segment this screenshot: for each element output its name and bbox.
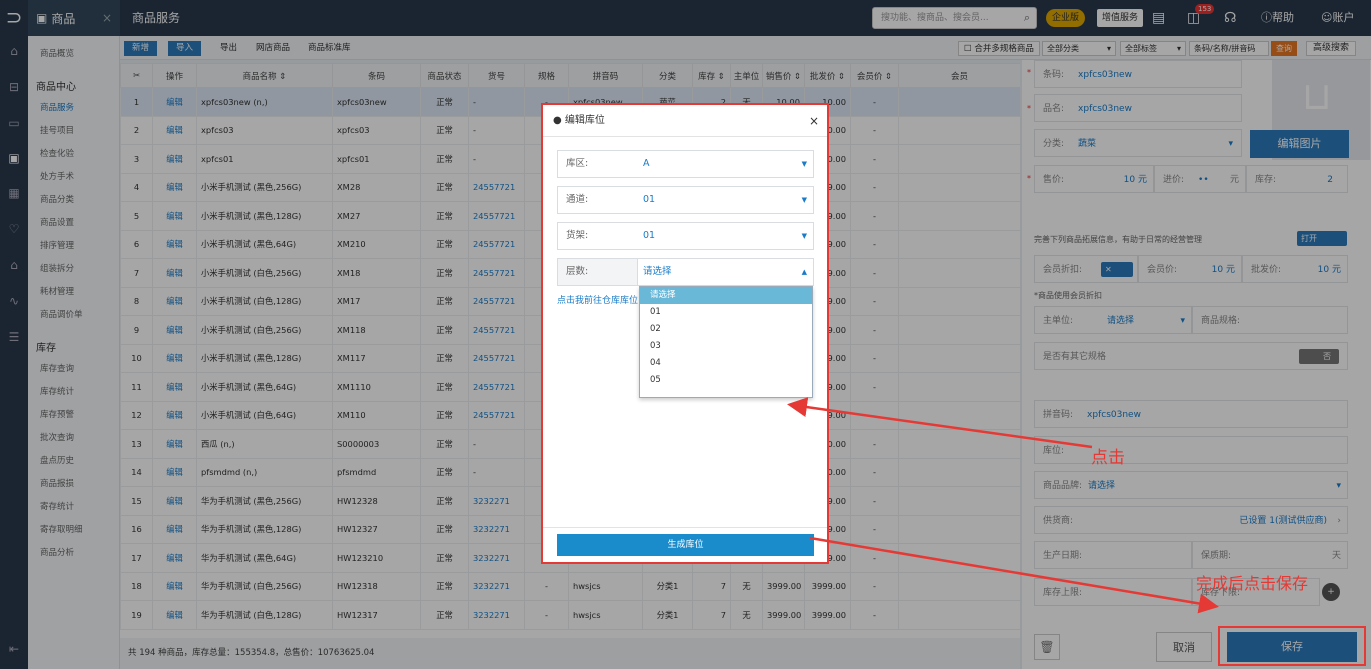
annotation-save: 完成后点击保存 xyxy=(1196,574,1309,593)
arrow-to-save xyxy=(809,536,1219,614)
annotation-click: 点击 xyxy=(1091,448,1125,468)
arrow-to-dropdown xyxy=(787,397,1093,449)
annotation-arrows xyxy=(787,397,1219,614)
save-highlight-box xyxy=(1218,626,1366,666)
